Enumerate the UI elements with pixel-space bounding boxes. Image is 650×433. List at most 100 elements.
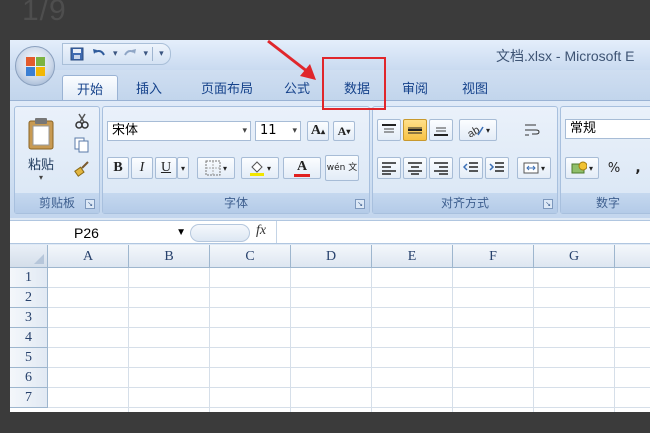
align-top-icon xyxy=(382,124,396,133)
borders-button[interactable]: ▾ xyxy=(197,157,235,179)
grid-line xyxy=(614,268,615,412)
border-icon xyxy=(205,160,221,176)
number-group: 常规 ▾ % , 数字 xyxy=(560,106,650,214)
accounting-format-button[interactable]: ▾ xyxy=(565,157,599,179)
select-all-button[interactable] xyxy=(10,245,48,268)
comma-style-button[interactable]: , xyxy=(627,157,649,179)
underline-button[interactable]: U xyxy=(155,157,177,179)
format-painter-button[interactable] xyxy=(71,159,93,179)
grid-line xyxy=(48,367,650,368)
align-right-button[interactable] xyxy=(429,157,453,179)
font-color-button[interactable]: A xyxy=(283,157,321,179)
copy-icon xyxy=(74,137,89,153)
shrink-font-button[interactable]: A ▾ xyxy=(333,121,355,141)
wrap-text-button[interactable] xyxy=(519,119,545,141)
column-header[interactable]: C xyxy=(210,245,291,268)
formula-bar-splitter[interactable] xyxy=(190,224,250,242)
decrease-indent-icon xyxy=(463,162,478,172)
copy-button[interactable] xyxy=(71,135,93,155)
column-header[interactable]: B xyxy=(129,245,210,268)
row-header[interactable]: 5 xyxy=(10,348,48,368)
grid-line xyxy=(290,268,291,412)
tab-review[interactable]: 审阅 xyxy=(390,75,440,100)
font-size-combo[interactable]: 11 ▾ xyxy=(255,121,301,141)
alignment-group: ab ▾ ▾ 对齐方式 ↘ xyxy=(372,106,558,214)
orientation-button[interactable]: ab ▾ xyxy=(459,119,497,141)
align-bottom-icon xyxy=(434,127,448,136)
row-header[interactable]: 3 xyxy=(10,308,48,328)
office-button[interactable] xyxy=(15,46,55,86)
save-icon[interactable] xyxy=(67,45,87,63)
name-box[interactable]: P26 ▼ xyxy=(12,223,188,243)
grid-line xyxy=(452,268,453,412)
align-center-button[interactable] xyxy=(403,157,427,179)
paste-label: 粘贴 xyxy=(27,158,54,173)
page-number: 1/9 xyxy=(22,0,67,27)
worksheet-grid[interactable]: A B C D E F G 1 2 3 4 5 6 7 xyxy=(10,245,650,412)
undo-icon[interactable] xyxy=(89,45,109,63)
decrease-indent-button[interactable] xyxy=(459,157,483,179)
font-launcher-icon[interactable]: ↘ xyxy=(355,199,365,209)
currency-icon xyxy=(571,161,587,174)
tab-view[interactable]: 视图 xyxy=(450,75,500,100)
grid-line xyxy=(48,287,650,288)
window-title: 文档.xlsx - Microsoft E xyxy=(496,48,635,64)
phonetic-button[interactable]: wén 文 xyxy=(325,155,359,181)
paste-dropdown-icon: ▾ xyxy=(38,173,43,182)
middle-align-button[interactable] xyxy=(403,119,427,141)
customize-dropdown-icon[interactable]: ▾ xyxy=(159,49,164,59)
bottom-align-button[interactable] xyxy=(429,119,453,141)
column-header[interactable]: D xyxy=(291,245,372,268)
redo-icon[interactable] xyxy=(120,45,140,63)
insert-function-button[interactable]: fx xyxy=(256,223,266,239)
chevron-down-icon: ▾ xyxy=(292,126,297,136)
row-header[interactable]: 2 xyxy=(10,288,48,308)
row-header[interactable]: 1 xyxy=(10,268,48,288)
column-header[interactable]: E xyxy=(372,245,453,268)
paste-button[interactable]: 粘贴 ▾ xyxy=(19,109,63,189)
increase-indent-icon xyxy=(489,162,504,172)
redo-dropdown-icon[interactable]: ▾ xyxy=(144,49,149,59)
font-color-icon: A xyxy=(296,158,308,174)
chevron-down-icon: ▾ xyxy=(242,126,247,136)
undo-dropdown-icon[interactable]: ▾ xyxy=(113,49,118,59)
number-group-label: 数字 xyxy=(561,193,650,213)
svg-text:ab: ab xyxy=(466,124,482,137)
tab-insert[interactable]: 插入 xyxy=(124,75,174,100)
number-format-combo[interactable]: 常规 xyxy=(565,119,650,139)
align-center-icon xyxy=(408,162,422,175)
merge-cells-icon xyxy=(523,162,539,174)
alignment-launcher-icon[interactable]: ↘ xyxy=(543,199,553,209)
column-header[interactable]: F xyxy=(453,245,534,268)
row-header[interactable]: 4 xyxy=(10,328,48,348)
merge-center-button[interactable]: ▾ xyxy=(517,157,551,179)
font-name-combo[interactable]: 宋体 ▾ xyxy=(107,121,251,141)
highlight-box xyxy=(322,57,386,110)
alignment-group-label: 对齐方式 xyxy=(373,193,557,213)
fill-color-button[interactable]: ▾ xyxy=(241,157,279,179)
grow-font-button[interactable]: A ▴ xyxy=(307,121,329,141)
formula-input[interactable] xyxy=(276,221,650,243)
cut-button[interactable] xyxy=(71,111,93,131)
column-header[interactable] xyxy=(615,245,650,268)
red-arrow-icon xyxy=(267,39,316,80)
increase-indent-button[interactable] xyxy=(485,157,509,179)
bottom-margin xyxy=(0,412,650,433)
top-align-button[interactable] xyxy=(377,119,401,141)
bold-button[interactable]: B xyxy=(107,157,129,179)
italic-button[interactable]: I xyxy=(131,157,153,179)
tab-page-layout[interactable]: 页面布局 xyxy=(188,75,266,100)
column-header[interactable]: G xyxy=(534,245,615,268)
underline-dropdown-icon[interactable]: ▾ xyxy=(177,157,189,179)
column-header[interactable]: A xyxy=(48,245,129,268)
row-header[interactable]: 7 xyxy=(10,388,48,408)
percent-button[interactable]: % xyxy=(603,157,625,179)
row-header[interactable]: 6 xyxy=(10,368,48,388)
grid-line xyxy=(371,268,372,412)
align-left-button[interactable] xyxy=(377,157,401,179)
clipboard-launcher-icon[interactable]: ↘ xyxy=(85,199,95,209)
tab-home[interactable]: 开始 xyxy=(62,75,118,100)
text-orientation-icon: ab xyxy=(466,124,484,137)
quick-access-toolbar: ▾ ▾ ▾ xyxy=(62,43,171,65)
align-left-icon xyxy=(382,162,396,175)
